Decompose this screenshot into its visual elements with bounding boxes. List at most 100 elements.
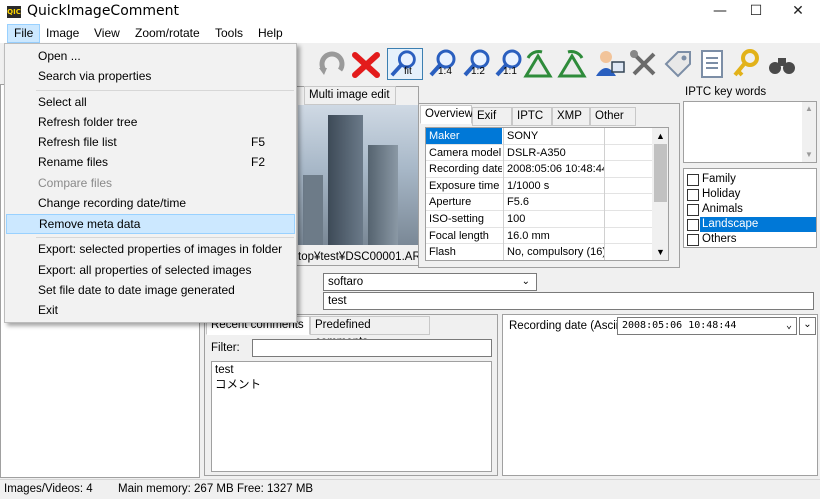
menu-item-search[interactable]: Search via properties (6, 66, 295, 86)
menu-item-label: Exit (38, 303, 59, 317)
checkbox-family[interactable] (687, 174, 699, 186)
table-row[interactable]: Flash No, compulsory (16) (426, 244, 668, 260)
menu-item-export-selected[interactable]: Export: selected properties of images in… (6, 239, 295, 259)
chevron-up-icon[interactable]: ▲ (656, 131, 665, 141)
table-row[interactable]: Aperture F5.6 (426, 194, 668, 211)
user-settings-icon[interactable] (594, 48, 626, 80)
tab-iptc[interactable]: IPTC (512, 107, 552, 126)
tab-overview[interactable]: Overview (420, 105, 473, 124)
tab-xmp[interactable]: XMP (552, 107, 590, 126)
chevron-down-icon[interactable]: ⌄ (799, 317, 816, 335)
chevron-down-icon[interactable]: ▼ (656, 247, 665, 257)
menu-zoom-rotate[interactable]: Zoom/rotate (129, 24, 206, 43)
menu-item-compare-files: Compare files (6, 173, 295, 193)
menu-item-select-all[interactable]: Select all (6, 92, 295, 112)
image-preview[interactable] (298, 105, 418, 245)
prop-name: ISO-setting (429, 213, 485, 225)
chevron-down-icon[interactable]: ⌄ (786, 318, 792, 334)
checkbox-holiday[interactable] (687, 189, 699, 201)
properties-grid: Maker SONY Camera model DSLR-A350 Record… (425, 127, 669, 261)
delete-icon[interactable] (350, 48, 382, 80)
list-item[interactable]: test (215, 364, 234, 376)
menu-item-refresh-file-list[interactable]: Refresh file list F5 (6, 132, 295, 152)
tag-icon[interactable] (662, 48, 694, 80)
prop-name: Maker (426, 128, 502, 144)
chevron-down-icon[interactable]: ⌄ (522, 274, 530, 290)
tab-other[interactable]: Other (590, 107, 636, 126)
table-row[interactable]: Camera model DSLR-A350 (426, 145, 668, 162)
recording-date-combobox[interactable]: 2008:05:06 10:48:44 ⌄ (617, 317, 797, 335)
filter-input[interactable] (252, 339, 492, 357)
tab-multi-image-edit[interactable]: Multi image edit (304, 86, 396, 105)
zoom-half-label: 1:2 (471, 66, 485, 77)
table-row[interactable]: Recording date 2008:05:06 10:48:44 (426, 161, 668, 178)
key-icon[interactable] (730, 48, 762, 80)
tab-predefined-comments[interactable]: Predefined comments (310, 316, 430, 348)
menu-image[interactable]: Image (40, 24, 85, 43)
checkbox-landscape[interactable] (687, 219, 699, 231)
tools-icon[interactable] (628, 48, 660, 80)
menu-item-export-all[interactable]: Export: all properties of selected image… (6, 260, 295, 280)
menu-file[interactable]: File (7, 24, 41, 43)
list-item[interactable]: コメント (215, 376, 261, 392)
maximize-button[interactable]: ☐ (734, 0, 778, 24)
table-row[interactable]: ISO-setting 100 (426, 211, 668, 228)
menu-item-label: Select all (38, 95, 87, 109)
recording-date-value: 2008:05:06 10:48:44 (622, 320, 737, 331)
table-row[interactable]: Focal length 16.0 mm (426, 228, 668, 245)
rotate-left-image-icon[interactable] (522, 48, 554, 80)
prop-value: No, compulsory (16) (507, 246, 604, 259)
menu-item-remove-meta-data[interactable]: Remove meta data (6, 214, 295, 234)
app-icon: QIC (7, 6, 21, 18)
status-memory: Main memory: 267 MB (118, 483, 234, 495)
chevron-up-icon[interactable]: ▲ (805, 104, 813, 113)
binoculars-icon[interactable] (766, 48, 798, 80)
artist-combobox[interactable]: softaro ⌄ (323, 273, 537, 291)
menu-item-exit[interactable]: Exit (6, 300, 295, 320)
checkbox-animals[interactable] (687, 204, 699, 216)
recent-comments-list[interactable]: test コメント (211, 361, 492, 472)
keyword-label: Animals (702, 203, 743, 215)
menu-item-label: Remove meta data (39, 217, 141, 231)
menu-item-label: Change recording date/time (38, 196, 187, 210)
menu-item-open[interactable]: Open ... (6, 46, 295, 66)
keyword-label-selected: Landscape (700, 217, 816, 232)
keyword-label: Holiday (702, 188, 741, 200)
checkbox-others[interactable] (687, 234, 699, 246)
table-row[interactable]: Maker SONY (426, 128, 668, 145)
document-icon[interactable] (696, 48, 728, 80)
menu-item-label: Compare files (38, 176, 113, 190)
comment-input[interactable]: test (323, 292, 814, 310)
menu-view[interactable]: View (88, 24, 126, 43)
iptc-scrollbar[interactable]: ▲ ▼ (802, 102, 816, 162)
prop-name: Aperture (429, 196, 472, 209)
prop-value: 100 (507, 213, 526, 225)
menu-tools[interactable]: Tools (209, 24, 249, 43)
rotate-right-image-icon[interactable] (556, 48, 588, 80)
close-button[interactable]: ✕ (776, 0, 820, 24)
scroll-thumb[interactable] (654, 144, 667, 202)
column-divider (604, 128, 605, 260)
tab-exif[interactable]: Exif (472, 107, 512, 126)
shortcut-label: F5 (250, 135, 265, 149)
window-title: QuickImageComment (27, 3, 180, 19)
menu-item-rename-files[interactable]: Rename files F2 (6, 152, 295, 172)
menu-item-set-file-date[interactable]: Set file date to date image generated (6, 280, 295, 300)
chevron-down-icon[interactable]: ▼ (805, 150, 813, 159)
properties-scrollbar[interactable]: ▲ ▼ (652, 128, 668, 260)
rotate-left-icon[interactable] (316, 48, 348, 80)
menu-item-label: Search via properties (38, 69, 152, 83)
prop-value: SONY (507, 130, 539, 142)
menu-help[interactable]: Help (252, 24, 289, 43)
menu-item-change-recording-date[interactable]: Change recording date/time (6, 193, 295, 213)
iptc-keywords-input[interactable]: ▲ ▼ (683, 101, 817, 163)
prop-name: Camera model (429, 146, 502, 159)
menu-separator (36, 90, 294, 91)
menu-item-refresh-folder-tree[interactable]: Refresh folder tree (6, 112, 295, 132)
prop-name: Flash (429, 246, 456, 259)
keyword-label: Family (702, 173, 736, 185)
table-row[interactable]: Exposure time 1/1000 s (426, 178, 668, 195)
prop-value: 16.0 mm (507, 229, 550, 242)
menu-item-label: Export: all properties of selected image… (38, 263, 252, 277)
filter-label: Filter: (211, 342, 240, 354)
